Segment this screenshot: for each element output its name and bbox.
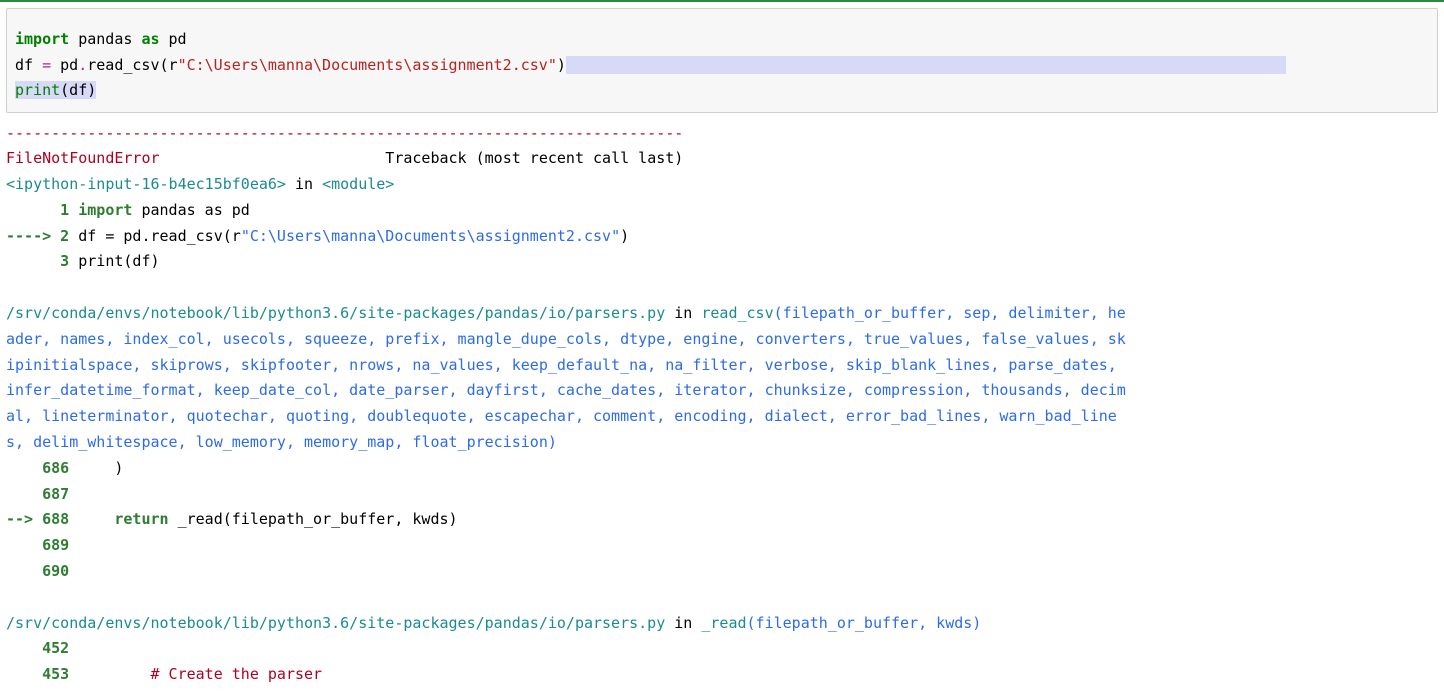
- line-number-689: 689: [6, 536, 69, 554]
- line-number-3: 3: [6, 252, 78, 270]
- code-line-2: df = pd.read_csv(r"C:\Users\manna\Docume…: [15, 56, 1286, 74]
- line-number-453: 453: [6, 665, 69, 683]
- traceback-label: Traceback (most recent call last): [160, 149, 684, 167]
- traceback-divider: ----------------------------------------…: [6, 124, 683, 142]
- line-number-687: 687: [6, 485, 69, 503]
- arrow-line-2: ----> 2: [6, 227, 78, 245]
- arrow-line-688: -->: [6, 510, 42, 528]
- traceback-output: ----------------------------------------…: [6, 121, 1438, 689]
- ipython-input-ref: <ipython-input-16-b4ec15bf0ea6>: [6, 175, 286, 193]
- line-number-452: 452: [6, 639, 69, 657]
- code-line-3: print(df): [15, 81, 96, 99]
- code-input-cell[interactable]: import pandas as pd df = pd.read_csv(r"C…: [6, 8, 1438, 113]
- line-number-690: 690: [6, 562, 69, 580]
- keyword-as: as: [141, 30, 159, 48]
- module-tag: <module>: [322, 175, 394, 193]
- code-line-1: import pandas as pd: [15, 30, 187, 48]
- frame-path-2: /srv/conda/envs/notebook/lib/python3.6/s…: [6, 614, 665, 632]
- error-name: FileNotFoundError: [6, 149, 160, 167]
- frame-func-2: _read: [701, 614, 746, 632]
- keyword-import: import: [15, 30, 69, 48]
- selection-highlight: [566, 56, 1286, 74]
- frame-path-1: /srv/conda/envs/notebook/lib/python3.6/s…: [6, 304, 665, 322]
- builtin-print: print: [15, 81, 60, 99]
- line-number-1: 1: [6, 201, 78, 219]
- line-number-686: 686: [6, 459, 69, 477]
- frame-func-1: read_csv: [701, 304, 773, 322]
